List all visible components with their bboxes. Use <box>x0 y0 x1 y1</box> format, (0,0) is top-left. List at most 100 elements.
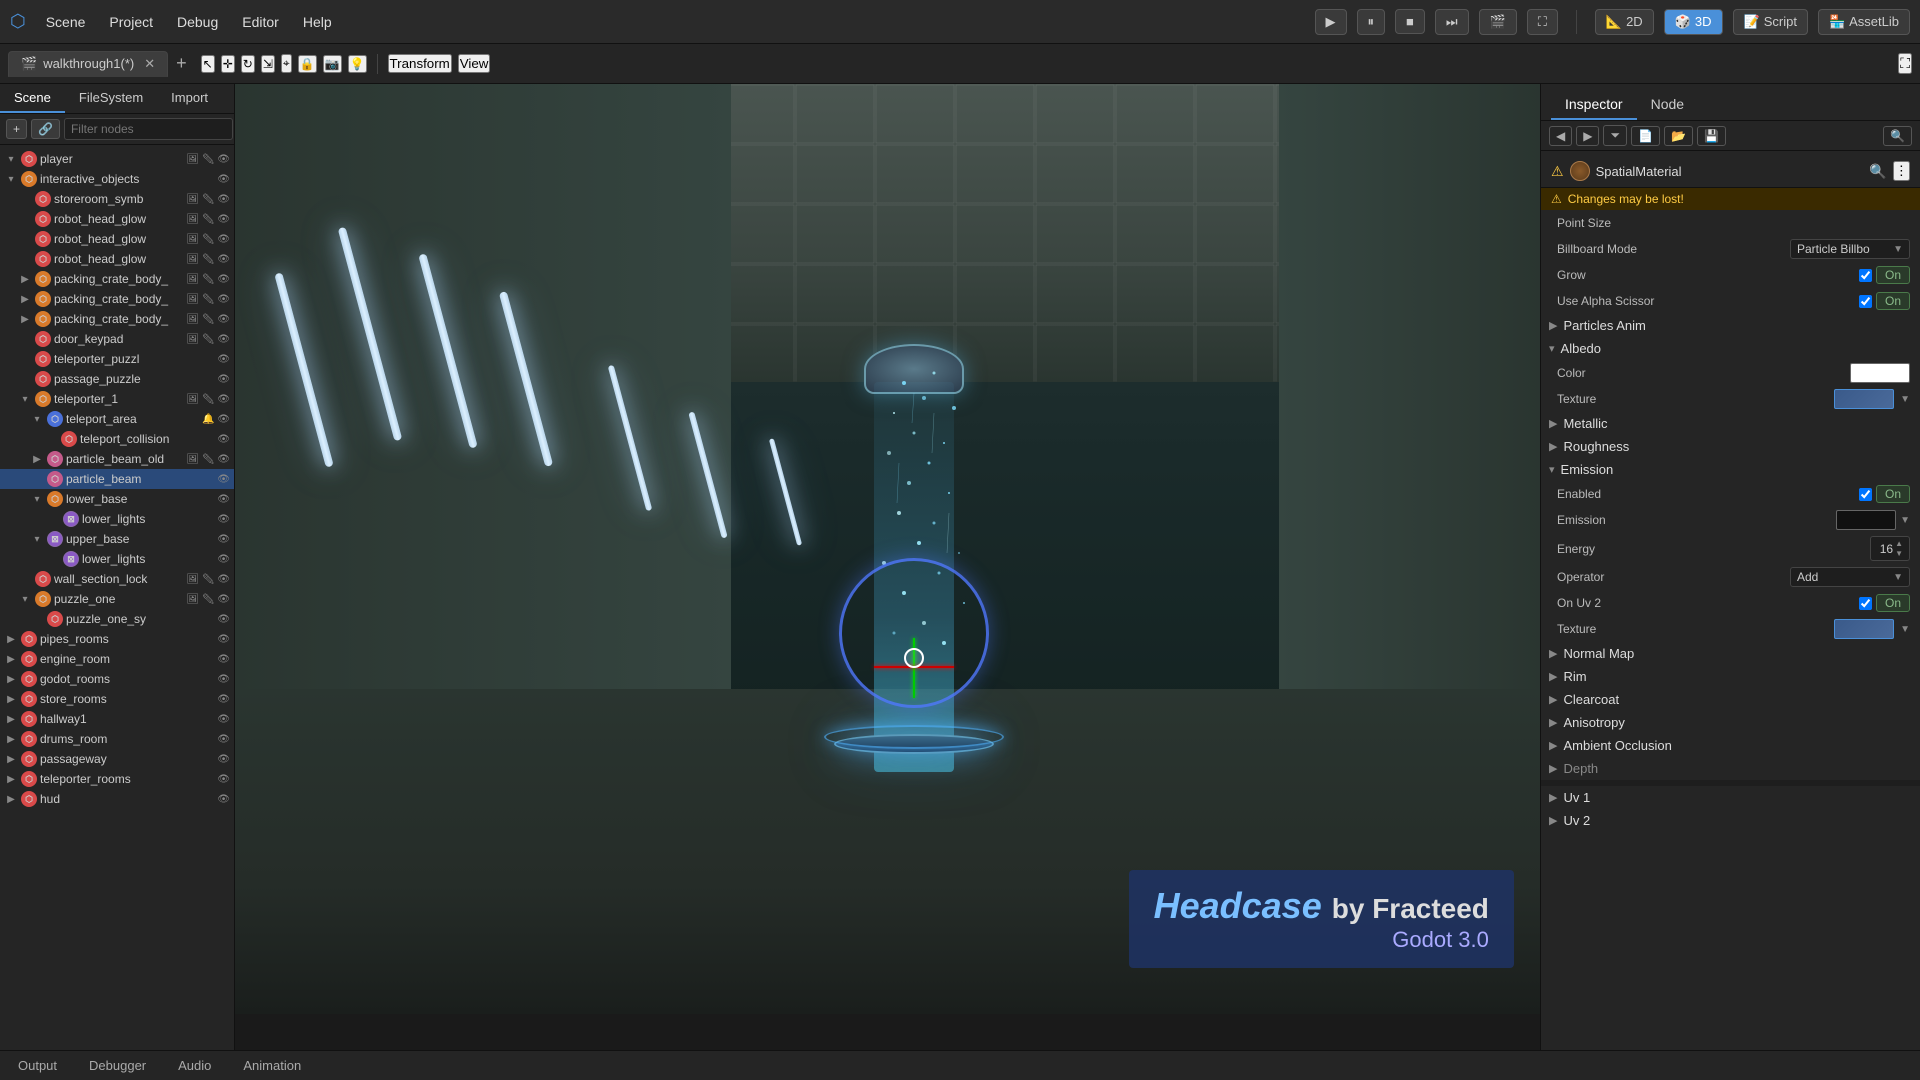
tree-item-teleporter-rooms[interactable]: ▶ ⬡ teleporter_rooms 👁 <box>0 769 234 789</box>
emission-texture-thumb[interactable] <box>1834 619 1894 639</box>
tree-item-puzzle-one-sy[interactable]: ⬡ puzzle_one_sy 👁 <box>0 609 234 629</box>
viewport-tool-scale[interactable]: ⇲ <box>261 55 275 73</box>
viewport-content[interactable]: [ Perspective ] <box>235 84 1540 1014</box>
menu-scene[interactable]: Scene <box>34 10 98 34</box>
inspector-tab[interactable]: Inspector <box>1551 90 1637 120</box>
rim-section[interactable]: ▶ Rim <box>1541 665 1920 688</box>
instance-button[interactable]: 🔗 <box>31 119 60 139</box>
script-button[interactable]: 📝 Script <box>1733 9 1808 35</box>
tree-item-door-keypad[interactable]: ⬡ door_keypad 🖼 ✏ 👁 <box>0 329 234 349</box>
material-expand-button[interactable]: ⋮ <box>1893 161 1910 181</box>
view-menu[interactable]: View <box>458 54 491 73</box>
filesystem-tab[interactable]: FileSystem <box>65 84 157 113</box>
fullscreen-button[interactable]: ⛶ <box>1527 9 1558 35</box>
tree-item-particle-beam-old[interactable]: ▶ ⬡ particle_beam_old 🖼 ✏ 👁 <box>0 449 234 469</box>
tree-item-pipes-rooms[interactable]: ▶ ⬡ pipes_rooms 👁 <box>0 629 234 649</box>
tree-item-store-rooms[interactable]: ▶ ⬡ store_rooms 👁 <box>0 689 234 709</box>
tree-item-teleporter-puzzl[interactable]: ⬡ teleporter_puzzl 👁 <box>0 349 234 369</box>
tree-item-packing-crate-1[interactable]: ▶ ⬡ packing_crate_body_ 🖼 ✏ 👁 <box>0 269 234 289</box>
tree-item-packing-crate-2[interactable]: ▶ ⬡ packing_crate_body_ 🖼 ✏ 👁 <box>0 289 234 309</box>
audio-tab[interactable]: Audio <box>170 1056 219 1075</box>
import-tab[interactable]: Import <box>157 84 222 113</box>
tree-item-passageway[interactable]: ▶ ⬡ passageway 👁 <box>0 749 234 769</box>
emission-section[interactable]: ▾ Emission <box>1541 458 1920 481</box>
emission-color-expand-icon[interactable]: ▼ <box>1900 515 1910 526</box>
filter-nodes-input[interactable] <box>64 118 233 140</box>
material-search-icon[interactable]: 🔍 <box>1869 163 1886 180</box>
scene-tab[interactable]: Scene <box>0 84 65 113</box>
tree-item-upper-base[interactable]: ▾ ⊠ upper_base 👁 <box>0 529 234 549</box>
tree-item-robot-head-3[interactable]: ⬡ robot_head_glow 🖼 ✏ 👁 <box>0 249 234 269</box>
energy-stepper[interactable]: ▲ ▼ <box>1895 539 1903 558</box>
menu-debug[interactable]: Debug <box>165 10 230 34</box>
viewport-tool-camera[interactable]: 📷 <box>323 55 342 73</box>
energy-up-icon[interactable]: ▲ <box>1895 539 1903 548</box>
add-node-button[interactable]: + <box>6 119 27 139</box>
tree-item-wall-section-lock[interactable]: ⬡ wall_section_lock 🖼 ✏ 👁 <box>0 569 234 589</box>
viewport-tool-move[interactable]: ✛ <box>221 55 235 73</box>
alpha-scissor-checkbox[interactable] <box>1859 295 1872 308</box>
normal-map-section[interactable]: ▶ Normal Map <box>1541 642 1920 665</box>
emission-color-swatch[interactable] <box>1836 510 1896 530</box>
ambient-occlusion-section[interactable]: ▶ Ambient Occlusion <box>1541 734 1920 757</box>
viewport-tool-light[interactable]: 💡 <box>348 55 367 73</box>
tree-item-engine-room[interactable]: ▶ ⬡ engine_room 👁 <box>0 649 234 669</box>
transform-menu[interactable]: Transform <box>388 54 452 73</box>
3d-button[interactable]: 🎲 3D <box>1664 9 1723 35</box>
operator-dropdown[interactable]: Add ▼ <box>1790 567 1910 587</box>
emission-texture-expand-icon[interactable]: ▼ <box>1900 624 1910 635</box>
tree-item-teleport-collision[interactable]: ⬡ teleport_collision 👁 <box>0 429 234 449</box>
output-tab[interactable]: Output <box>10 1056 65 1075</box>
tree-item-storeroom-symb[interactable]: ⬡ storeroom_symb 🖼 ✏ 👁 <box>0 189 234 209</box>
pause-button[interactable]: ⏸ <box>1357 9 1386 35</box>
albedo-texture-thumb[interactable] <box>1834 389 1894 409</box>
roughness-section[interactable]: ▶ Roughness <box>1541 435 1920 458</box>
emission-energy-input[interactable]: 16 ▲ ▼ <box>1870 536 1910 561</box>
animation-tab[interactable]: Animation <box>235 1056 309 1075</box>
clearcoat-section[interactable]: ▶ Clearcoat <box>1541 688 1920 711</box>
tree-item-teleport-area[interactable]: ▾ ⬡ teleport_area 🔔 👁 <box>0 409 234 429</box>
menu-help[interactable]: Help <box>291 10 344 34</box>
assetlib-button[interactable]: 🏪 AssetLib <box>1818 9 1910 35</box>
editor-tab-walkthrough[interactable]: 🎬 walkthrough1(*) ✕ <box>8 51 168 77</box>
on-uv2-checkbox[interactable] <box>1859 597 1872 610</box>
particles-anim-section[interactable]: ▶ Particles Anim <box>1541 314 1920 337</box>
tree-item-drums-room[interactable]: ▶ ⬡ drums_room 👁 <box>0 729 234 749</box>
play-button[interactable]: ▶ <box>1315 9 1347 35</box>
emission-enabled-checkbox[interactable] <box>1859 488 1872 501</box>
step-button[interactable]: ⏭ <box>1435 9 1469 35</box>
tree-item-packing-crate-3[interactable]: ▶ ⬡ packing_crate_body_ 🖼 ✏ 👁 <box>0 309 234 329</box>
inspector-new-button[interactable]: 📄 <box>1631 126 1660 146</box>
albedo-section[interactable]: ▾ Albedo <box>1541 337 1920 360</box>
viewport-tool-snap[interactable]: ⌖ <box>281 54 292 73</box>
tree-item-passage-puzzle[interactable]: ⬡ passage_puzzle 👁 <box>0 369 234 389</box>
inspector-search-button[interactable]: 🔍 <box>1883 126 1912 146</box>
tree-item-hallway1[interactable]: ▶ ⬡ hallway1 👁 <box>0 709 234 729</box>
tree-item-player[interactable]: ▾ ⬡ player 🖼 ✏ 👁 <box>0 149 234 169</box>
inspector-back-button[interactable]: ◀ <box>1549 126 1572 146</box>
billboard-mode-dropdown[interactable]: Particle Billbo ▼ <box>1790 239 1910 259</box>
inspector-load-button[interactable]: 📂 <box>1664 126 1693 146</box>
add-tab-button[interactable]: + <box>176 53 187 74</box>
node-tab[interactable]: Node <box>1637 90 1698 120</box>
tree-item-lower-lights-2[interactable]: ⊠ lower_lights 👁 <box>0 549 234 569</box>
tree-item-lower-base[interactable]: ▾ ⬡ lower_base 👁 <box>0 489 234 509</box>
tree-item-robot-head-1[interactable]: ⬡ robot_head_glow 🖼 ✏ 👁 <box>0 209 234 229</box>
close-tab-button[interactable]: ✕ <box>144 56 155 72</box>
albedo-color-swatch[interactable] <box>1850 363 1910 383</box>
tree-item-lower-lights[interactable]: ⊠ lower_lights 👁 <box>0 509 234 529</box>
menu-project[interactable]: Project <box>97 10 165 34</box>
stop-button[interactable]: ■ <box>1395 9 1425 34</box>
energy-down-icon[interactable]: ▼ <box>1895 549 1903 558</box>
tree-item-teleporter-1[interactable]: ▾ ⬡ teleporter_1 🖼 ✏ 👁 <box>0 389 234 409</box>
tree-item-robot-head-2[interactable]: ⬡ robot_head_glow 🖼 ✏ 👁 <box>0 229 234 249</box>
tree-item-particle-beam[interactable]: ⬡ particle_beam 👁 <box>0 469 234 489</box>
maximize-viewport[interactable]: ⛶ <box>1898 53 1912 74</box>
viewport-tool-select[interactable]: ↖ <box>201 55 215 73</box>
viewport-tool-lock[interactable]: 🔒 <box>298 55 317 73</box>
texture-expand-icon[interactable]: ▼ <box>1900 394 1910 405</box>
movie-button[interactable]: 🎬 <box>1479 9 1517 35</box>
inspector-save-button[interactable]: 💾 <box>1697 126 1726 146</box>
tree-item-godot-rooms[interactable]: ▶ ⬡ godot_rooms 👁 <box>0 669 234 689</box>
depth-section[interactable]: ▶ Depth <box>1541 757 1920 780</box>
